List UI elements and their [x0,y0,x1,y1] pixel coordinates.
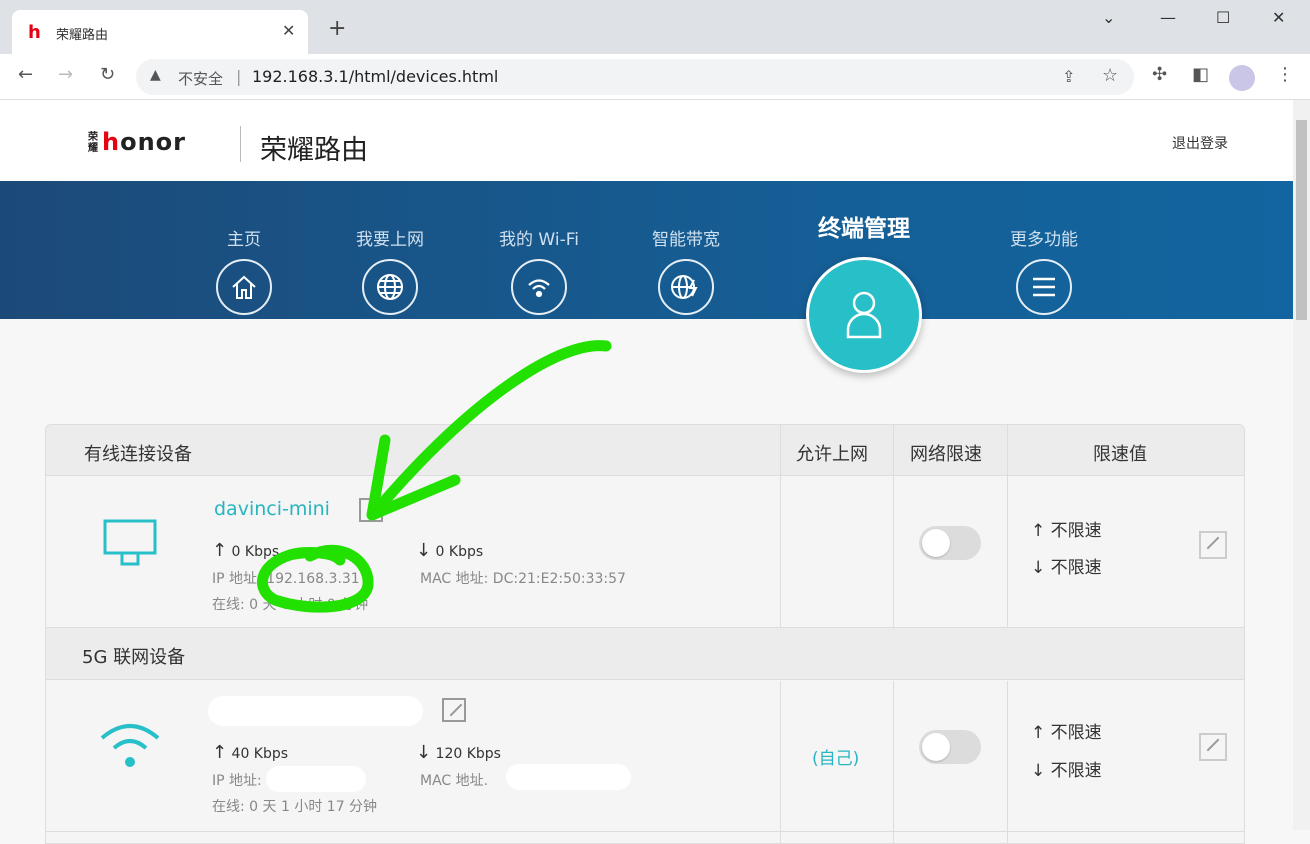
column-divider [780,681,781,843]
redacted-mac [506,764,631,790]
device-name: davinci-mini [214,498,330,520]
upload-speed: ↑ 0 Kbps [212,540,280,561]
menu-icon [1016,259,1072,315]
nav-label: 我要上网 [356,230,424,250]
nav-label: 更多功能 [1010,230,1078,250]
scrollbar-thumb[interactable] [1296,120,1307,320]
mac-address: MAC 地址: DC:21:E2:50:33:57 [420,571,626,587]
column-divider [780,425,781,628]
edit-name-icon[interactable] [359,498,383,522]
nav-label: 智能带宽 [652,230,720,250]
browser-tab[interactable]: h 荣耀路由 ✕ [12,10,308,54]
table-row: ↑ 40 Kbps ↓ 120 Kbps IP 地址: MAC 地址. 在线: … [46,680,1244,832]
nav-label: 终端管理 [818,216,910,242]
minimize-button[interactable]: — [1160,8,1176,27]
section-title-5g: 5G 联网设备 [82,647,186,668]
wifi-device-icon [100,724,160,767]
redacted-name [208,696,423,726]
mac-address: MAC 地址. [420,773,489,789]
share-icon[interactable]: ⇪ [1062,67,1075,86]
edit-limit-icon[interactable] [1199,733,1227,761]
device-table: 有线连接设备 允许上网 网络限速 限速值 davinci-mini ↑ 0 Kb… [45,424,1245,844]
download-limit: ↓ 不限速 [1031,761,1102,781]
new-tab-button[interactable]: + [328,16,346,41]
close-window-button[interactable]: ✕ [1272,8,1285,27]
redacted-ip [266,766,366,792]
user-icon [806,257,922,373]
upload-speed: ↑ 40 Kbps [212,742,289,763]
upload-limit: ↑ 不限速 [1031,723,1102,743]
profile-avatar[interactable] [1229,65,1255,91]
column-divider [1007,425,1008,628]
ip-address: IP 地址: [212,773,262,789]
brand-title: 荣耀路由 [260,135,368,166]
edit-limit-icon[interactable] [1199,531,1227,559]
download-speed: ↓ 120 Kbps [416,742,501,763]
speed-limit-toggle[interactable] [919,730,981,764]
address-bar[interactable]: ▲ 不安全 | 192.168.3.1/html/devices.html ⇪ … [136,59,1134,95]
table-row: davinci-mini ↑ 0 Kbps ↓ 0 Kbps IP 地址: 19… [46,476,1244,628]
warning-icon[interactable]: ▲ [150,67,161,83]
wifi-icon [511,259,567,315]
side-panel-icon[interactable]: ◧ [1192,64,1209,85]
self-label: (自己) [812,749,860,769]
edit-name-icon[interactable] [442,698,466,722]
tab-search-icon[interactable]: ⌄ [1102,8,1115,27]
bandwidth-icon [658,259,714,315]
column-divider [893,681,894,843]
home-icon [216,259,272,315]
page-header: 荣耀 honor 荣耀路由 退出登录 [0,100,1293,181]
table-header: 有线连接设备 允许上网 网络限速 限速值 [46,425,1244,476]
monitor-icon [103,519,157,566]
column-speed-limit: 网络限速 [910,444,982,465]
column-divider [1007,681,1008,843]
section-title-wired: 有线连接设备 [84,444,192,465]
online-time: 在线: 0 天 1 小时 17 分钟 [212,799,378,815]
browser-tab-bar: h 荣耀路由 ✕ + ⌄ — ☐ ✕ [0,0,1310,54]
column-divider [893,425,894,628]
upload-limit: ↑ 不限速 [1031,521,1102,541]
divider [240,126,241,162]
more-menu-icon[interactable]: ⋮ [1276,64,1294,85]
separator: | [236,67,242,86]
main-nav: 主页 我要上网 我的 Wi-Fi 智能带宽 终端管理 更多功能 [0,181,1293,373]
download-speed: ↓ 0 Kbps [416,540,484,561]
extensions-icon[interactable]: ✣ [1152,64,1167,85]
tab-title: 荣耀路由 [56,28,109,43]
maximize-button[interactable]: ☐ [1216,8,1230,27]
url-text[interactable]: 192.168.3.1/html/devices.html [252,67,498,86]
close-tab-icon[interactable]: ✕ [282,21,295,40]
ip-address: IP 地址: 192.168.3.31 [212,571,360,587]
reload-icon[interactable]: ↻ [100,64,115,85]
column-allow-internet: 允许上网 [796,444,868,465]
insecure-label: 不安全 [178,70,224,88]
online-time: 在线: 0 天 0 小时 0 分钟 [212,597,369,613]
nav-label: 主页 [227,230,261,250]
forward-icon[interactable]: → [58,64,73,85]
nav-label: 我的 Wi-Fi [499,230,579,250]
bookmark-star-icon[interactable]: ☆ [1102,65,1118,86]
address-toolbar: ← → ↻ ▲ 不安全 | 192.168.3.1/html/devices.h… [0,54,1310,100]
back-icon[interactable]: ← [18,64,33,85]
globe-icon [362,259,418,315]
logout-link[interactable]: 退出登录 [1172,133,1228,153]
download-limit: ↓ 不限速 [1031,558,1102,578]
column-limit-value: 限速值 [1093,444,1147,465]
scrollbar[interactable] [1293,100,1310,830]
speed-limit-toggle[interactable] [919,526,981,560]
honor-logo: 荣耀 honor [88,128,186,156]
honor-favicon-icon: h [28,22,41,43]
section-header: 5G 联网设备 [46,628,1244,680]
